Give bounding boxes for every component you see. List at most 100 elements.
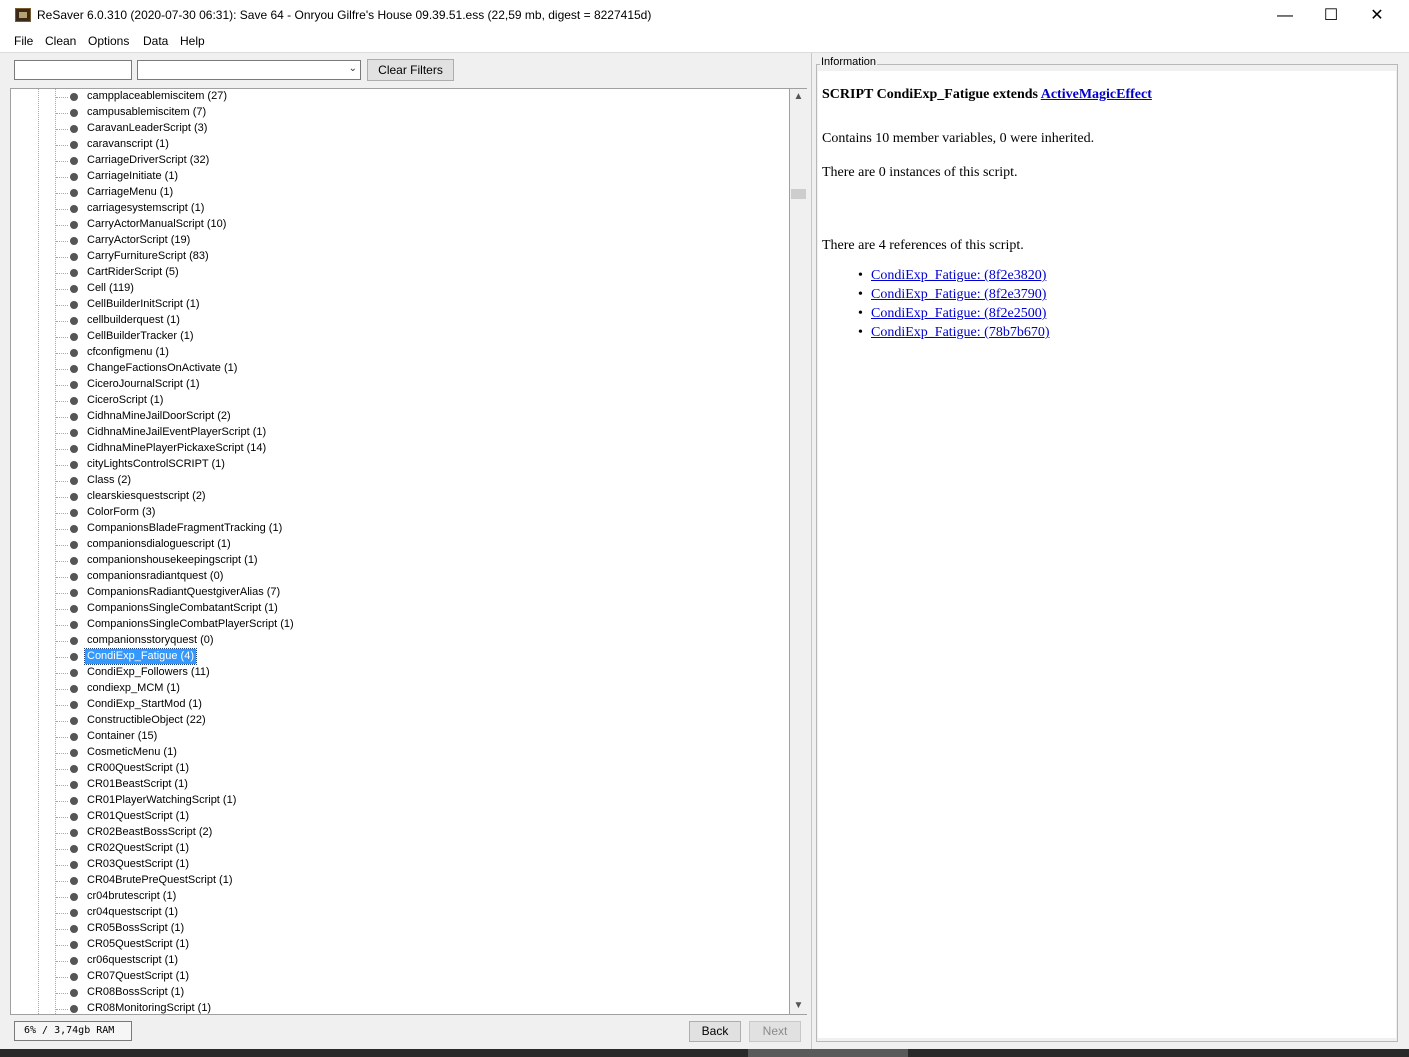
tree-item[interactable]: CaravanLeaderScript (3) [11, 121, 771, 137]
parent-script-link[interactable]: ActiveMagicEffect [1041, 87, 1152, 102]
menu-options[interactable]: Options [88, 34, 129, 48]
back-button[interactable]: Back [689, 1021, 741, 1042]
tree-item[interactable]: CarryActorScript (19) [11, 233, 771, 249]
information-content: SCRIPT CondiExp_Fatigue extends ActiveMa… [818, 71, 1396, 1038]
tree-item[interactable]: CompanionsSingleCombatantScript (1) [11, 601, 771, 617]
maximize-button[interactable]: ☐ [1308, 0, 1354, 31]
menu-clean[interactable]: Clean [45, 34, 76, 48]
tree-connector [56, 625, 68, 626]
tree-item[interactable]: CR08BossScript (1) [11, 985, 771, 1001]
reference-link[interactable]: CondiExp_Fatigue: (8f2e3790) [871, 287, 1046, 302]
tree-item[interactable]: cr04brutescript (1) [11, 889, 771, 905]
reference-link[interactable]: CondiExp_Fatigue: (8f2e2500) [871, 306, 1046, 321]
tree-item[interactable]: CR01BeastScript (1) [11, 777, 771, 793]
tree-item[interactable]: cityLightsControlSCRIPT (1) [11, 457, 771, 473]
tree-item-label: CR00QuestScript (1) [87, 762, 190, 774]
tree-connector [56, 769, 68, 770]
tree-item[interactable]: cr06questscript (1) [11, 953, 771, 969]
tree-item[interactable]: CiceroScript (1) [11, 393, 771, 409]
close-button[interactable]: ✕ [1354, 0, 1400, 31]
menu-help[interactable]: Help [180, 34, 205, 48]
menu-data[interactable]: Data [143, 34, 168, 48]
tree-connector [56, 449, 68, 450]
tree-item[interactable]: CidhnaMineJailDoorScript (2) [11, 409, 771, 425]
tree-connector [56, 273, 68, 274]
tree-item[interactable]: companionsradiantquest (0) [11, 569, 771, 585]
tree-item[interactable]: CellBuilderTracker (1) [11, 329, 771, 345]
tree-item[interactable]: companionsdialoguescript (1) [11, 537, 771, 553]
tree-item[interactable]: CR01PlayerWatchingScript (1) [11, 793, 771, 809]
tree-item[interactable]: cellbuilderquest (1) [11, 313, 771, 329]
scroll-down-icon[interactable]: ▼ [790, 998, 807, 1014]
tree-item[interactable]: campplaceablemiscitem (27) [11, 89, 771, 105]
tree-item[interactable]: ChangeFactionsOnActivate (1) [11, 361, 771, 377]
tree-connector [56, 129, 68, 130]
tree-item[interactable]: CR03QuestScript (1) [11, 857, 771, 873]
tree-item[interactable]: CompanionsBladeFragmentTracking (1) [11, 521, 771, 537]
menu-file[interactable]: File [14, 34, 33, 48]
tree-item[interactable]: CR02BeastBossScript (2) [11, 825, 771, 841]
minimize-button[interactable]: — [1262, 0, 1308, 31]
tree-item[interactable]: CR07QuestScript (1) [11, 969, 771, 985]
scroll-up-icon[interactable]: ▲ [790, 89, 807, 105]
tree-item[interactable]: CR05BossScript (1) [11, 921, 771, 937]
tree-item[interactable]: CarriageMenu (1) [11, 185, 771, 201]
tree-item[interactable]: campusablemiscitem (7) [11, 105, 771, 121]
tree-item-label: Cell (119) [87, 282, 134, 294]
leaf-node-icon [70, 93, 78, 101]
tree-item[interactable]: CompanionsSingleCombatPlayerScript (1) [11, 617, 771, 633]
reference-link[interactable]: CondiExp_Fatigue: (8f2e3820) [871, 268, 1046, 283]
tree-item[interactable]: carriagesystemscript (1) [11, 201, 771, 217]
tree-item[interactable]: CiceroJournalScript (1) [11, 377, 771, 393]
reference-link[interactable]: CondiExp_Fatigue: (78b7b670) [871, 325, 1050, 340]
tree-item[interactable]: Container (15) [11, 729, 771, 745]
tree-item[interactable]: CondiExp_Fatigue (4) [11, 648, 771, 665]
tree-item[interactable]: CarriageInitiate (1) [11, 169, 771, 185]
script-tree[interactable]: campplaceablemiscitem (27) campusablemisc… [10, 88, 790, 1015]
tree-item[interactable]: condiexp_MCM (1) [11, 681, 771, 697]
tree-item[interactable]: CompanionsRadiantQuestgiverAlias (7) [11, 585, 771, 601]
tree-item[interactable]: CR02QuestScript (1) [11, 841, 771, 857]
tree-item[interactable]: companionshousekeepingscript (1) [11, 553, 771, 569]
tree-item[interactable]: CR04BrutePreQuestScript (1) [11, 873, 771, 889]
tree-item[interactable]: CarryActorManualScript (10) [11, 217, 771, 233]
leaf-node-icon [70, 781, 78, 789]
scroll-thumb[interactable] [791, 189, 806, 199]
tree-item[interactable]: Cell (119) [11, 281, 771, 297]
clear-filters-button[interactable]: Clear Filters [367, 59, 454, 81]
tree-scrollbar[interactable]: ▲ ▼ [790, 88, 807, 1015]
tree-item[interactable]: CellBuilderInitScript (1) [11, 297, 771, 313]
tree-item[interactable]: CR00QuestScript (1) [11, 761, 771, 777]
tree-item[interactable]: CosmeticMenu (1) [11, 745, 771, 761]
tree-item[interactable]: ColorForm (3) [11, 505, 771, 521]
reference-item: CondiExp_Fatigue: (8f2e2500) [858, 304, 1050, 323]
tree-item[interactable]: cfconfigmenu (1) [11, 345, 771, 361]
tree-item[interactable]: CidhnaMineJailEventPlayerScript (1) [11, 425, 771, 441]
tree-item[interactable]: companionsstoryquest (0) [11, 633, 771, 649]
filter-text-input[interactable] [14, 60, 132, 80]
tree-item-label: CompanionsSingleCombatPlayerScript (1) [87, 618, 294, 630]
tree-item[interactable]: Class (2) [11, 473, 771, 489]
tree-item[interactable]: CidhnaMinePlayerPickaxeScript (14) [11, 441, 771, 457]
tree-item[interactable]: CondiExp_Followers (11) [11, 665, 771, 681]
tree-item[interactable]: CondiExp_StartMod (1) [11, 697, 771, 713]
tree-item[interactable]: CR01QuestScript (1) [11, 809, 771, 825]
tree-item[interactable]: CR08MonitoringScript (1) [11, 1001, 771, 1014]
leaf-node-icon [70, 813, 78, 821]
tree-item[interactable]: caravanscript (1) [11, 137, 771, 153]
next-button[interactable]: Next [749, 1021, 801, 1042]
tree-item[interactable]: cr04questscript (1) [11, 905, 771, 921]
tree-item[interactable]: CartRiderScript (5) [11, 265, 771, 281]
leaf-node-icon [70, 797, 78, 805]
tree-item[interactable]: CR05QuestScript (1) [11, 937, 771, 953]
tree-connector [56, 673, 68, 674]
tree-item[interactable]: CarryFurnitureScript (83) [11, 249, 771, 265]
tree-item[interactable]: CarriageDriverScript (32) [11, 153, 771, 169]
tree-item[interactable]: ConstructibleObject (22) [11, 713, 771, 729]
tree-item-label: companionsdialoguescript (1) [87, 538, 231, 550]
tree-item-label: ConstructibleObject (22) [87, 714, 206, 726]
filter-dropdown[interactable]: ⌄ [137, 60, 361, 80]
tree-connector [56, 513, 68, 514]
tree-item[interactable]: clearskiesquestscript (2) [11, 489, 771, 505]
leaf-node-icon [70, 317, 78, 325]
